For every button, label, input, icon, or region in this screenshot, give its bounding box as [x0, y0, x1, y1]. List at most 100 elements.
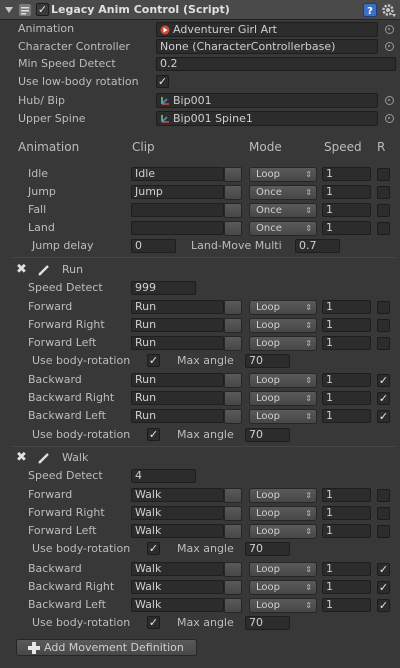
delete-icon[interactable]: ✖: [16, 263, 28, 276]
run-backward-right-speed-input[interactable]: 1: [322, 391, 371, 405]
run-forward-right-r-checkbox[interactable]: [377, 319, 390, 332]
walk-forward-right-r-checkbox[interactable]: [377, 507, 390, 520]
walk-backward-left-clip-picker-button[interactable]: [224, 598, 242, 613]
anim-idle-speed-input[interactable]: 1: [322, 167, 371, 181]
walk-backward-clip-field[interactable]: Walk: [131, 562, 224, 576]
walk-backward-left-clip-field[interactable]: Walk: [131, 598, 224, 612]
walk-forward-clip-field[interactable]: Walk: [131, 488, 224, 502]
anim-idle-r-checkbox[interactable]: [377, 168, 390, 181]
run-backward-clip-picker-button[interactable]: [224, 373, 242, 388]
foldout-arrow-icon[interactable]: [5, 6, 13, 14]
anim-land-speed-input[interactable]: 1: [322, 221, 371, 235]
run-speed-detect-input[interactable]: 999: [131, 281, 196, 295]
anim-fall-r-checkbox[interactable]: [377, 204, 390, 217]
walk-forward-left-r-checkbox[interactable]: [377, 525, 390, 538]
run-body-rotation-checkbox[interactable]: ✓: [147, 354, 160, 367]
run-forward-left-clip-field[interactable]: Run: [131, 336, 224, 350]
anim-land-mode-dropdown[interactable]: Once ⇕: [249, 221, 317, 236]
walk-body-rotation-checkbox[interactable]: ✓: [147, 542, 160, 555]
jump-delay-input[interactable]: 0: [131, 239, 176, 253]
walk-backward-right-mode-dropdown[interactable]: Loop ⇕: [249, 580, 317, 595]
run-body-rotation-checkbox[interactable]: ✓: [147, 428, 160, 441]
upper-spine-object-field[interactable]: Bip001 Spine1: [156, 111, 378, 126]
character-controller-field[interactable]: None (CharacterControllerbase): [156, 39, 378, 54]
run-forward-clip-picker-button[interactable]: [224, 300, 242, 315]
walk-forward-right-speed-input[interactable]: 1: [322, 506, 371, 520]
run-backward-r-checkbox[interactable]: ✓: [377, 374, 390, 387]
low-body-rotation-checkbox[interactable]: ✓: [156, 75, 169, 88]
anim-jump-clip-field[interactable]: Jump: [131, 185, 224, 199]
run-forward-right-clip-field[interactable]: Run: [131, 318, 224, 332]
walk-body-rotation-checkbox[interactable]: ✓: [147, 616, 160, 629]
walk-forward-left-clip-picker-button[interactable]: [224, 524, 242, 539]
walk-speed-detect-input[interactable]: 4: [131, 469, 196, 483]
walk-forward-r-checkbox[interactable]: [377, 489, 390, 502]
delete-icon[interactable]: ✖: [16, 451, 28, 464]
pencil-icon[interactable]: [38, 264, 50, 276]
walk-forward-left-clip-field[interactable]: Walk: [131, 524, 224, 538]
run-backward-speed-input[interactable]: 1: [322, 373, 371, 387]
walk-forward-speed-input[interactable]: 1: [322, 488, 371, 502]
help-icon[interactable]: ?: [363, 3, 377, 17]
run-forward-left-clip-picker-button[interactable]: [224, 336, 242, 351]
walk-backward-clip-picker-button[interactable]: [224, 562, 242, 577]
walk-max-angle-input[interactable]: 70: [245, 616, 290, 630]
component-enabled-checkbox[interactable]: ✓: [36, 3, 49, 16]
land-move-multi-input[interactable]: 0.7: [295, 239, 340, 253]
walk-backward-left-r-checkbox[interactable]: ✓: [377, 599, 390, 612]
walk-max-angle-input[interactable]: 70: [245, 542, 290, 556]
walk-forward-clip-picker-button[interactable]: [224, 488, 242, 503]
anim-jump-r-checkbox[interactable]: [377, 186, 390, 199]
walk-backward-left-speed-input[interactable]: 1: [322, 598, 371, 612]
walk-backward-mode-dropdown[interactable]: Loop ⇕: [249, 562, 317, 577]
run-forward-right-mode-dropdown[interactable]: Loop ⇕: [249, 318, 317, 333]
animation-picker-icon[interactable]: [385, 25, 394, 34]
run-forward-r-checkbox[interactable]: [377, 301, 390, 314]
run-backward-right-r-checkbox[interactable]: ✓: [377, 392, 390, 405]
run-forward-mode-dropdown[interactable]: Loop ⇕: [249, 300, 317, 315]
walk-forward-right-clip-field[interactable]: Walk: [131, 506, 224, 520]
anim-idle-mode-dropdown[interactable]: Loop ⇕: [249, 167, 317, 182]
run-backward-left-r-checkbox[interactable]: ✓: [377, 410, 390, 423]
walk-forward-left-speed-input[interactable]: 1: [322, 524, 371, 538]
hub-bip-picker-icon[interactable]: [385, 96, 394, 105]
hub-bip-object-field[interactable]: Bip001: [156, 93, 378, 108]
anim-fall-clip-picker-button[interactable]: [224, 203, 242, 218]
walk-backward-speed-input[interactable]: 1: [322, 562, 371, 576]
run-forward-left-speed-input[interactable]: 1: [322, 336, 371, 350]
anim-idle-clip-picker-button[interactable]: [224, 167, 242, 182]
run-forward-left-mode-dropdown[interactable]: Loop ⇕: [249, 336, 317, 351]
anim-land-clip-field[interactable]: [131, 221, 224, 235]
walk-backward-left-mode-dropdown[interactable]: Loop ⇕: [249, 598, 317, 613]
character-controller-picker-icon[interactable]: [385, 42, 394, 51]
anim-fall-clip-field[interactable]: [131, 203, 224, 217]
walk-forward-right-clip-picker-button[interactable]: [224, 506, 242, 521]
walk-backward-right-r-checkbox[interactable]: ✓: [377, 581, 390, 594]
walk-backward-right-speed-input[interactable]: 1: [322, 580, 371, 594]
animation-object-field[interactable]: Adventurer Girl Art: [156, 22, 378, 37]
pencil-icon[interactable]: [38, 452, 50, 464]
gear-icon[interactable]: [381, 3, 396, 17]
run-backward-right-mode-dropdown[interactable]: Loop ⇕: [249, 391, 317, 406]
run-backward-left-mode-dropdown[interactable]: Loop ⇕: [249, 409, 317, 424]
run-backward-left-clip-picker-button[interactable]: [224, 409, 242, 424]
anim-fall-mode-dropdown[interactable]: Once ⇕: [249, 203, 317, 218]
anim-fall-speed-input[interactable]: 1: [322, 203, 371, 217]
run-backward-right-clip-field[interactable]: Run: [131, 391, 224, 405]
run-backward-left-clip-field[interactable]: Run: [131, 409, 224, 423]
anim-land-clip-picker-button[interactable]: [224, 221, 242, 236]
run-max-angle-input[interactable]: 70: [245, 354, 290, 368]
add-movement-definition-button[interactable]: Add Movement Definition: [16, 639, 197, 656]
run-backward-mode-dropdown[interactable]: Loop ⇕: [249, 373, 317, 388]
anim-idle-clip-field[interactable]: Idle: [131, 167, 224, 181]
run-backward-right-clip-picker-button[interactable]: [224, 391, 242, 406]
run-forward-clip-field[interactable]: Run: [131, 300, 224, 314]
walk-backward-r-checkbox[interactable]: ✓: [377, 563, 390, 576]
anim-jump-mode-dropdown[interactable]: Once ⇕: [249, 185, 317, 200]
run-forward-left-r-checkbox[interactable]: [377, 337, 390, 350]
run-backward-clip-field[interactable]: Run: [131, 373, 224, 387]
walk-forward-mode-dropdown[interactable]: Loop ⇕: [249, 488, 317, 503]
run-backward-left-speed-input[interactable]: 1: [322, 409, 371, 423]
walk-backward-right-clip-picker-button[interactable]: [224, 580, 242, 595]
anim-jump-speed-input[interactable]: 1: [322, 185, 371, 199]
